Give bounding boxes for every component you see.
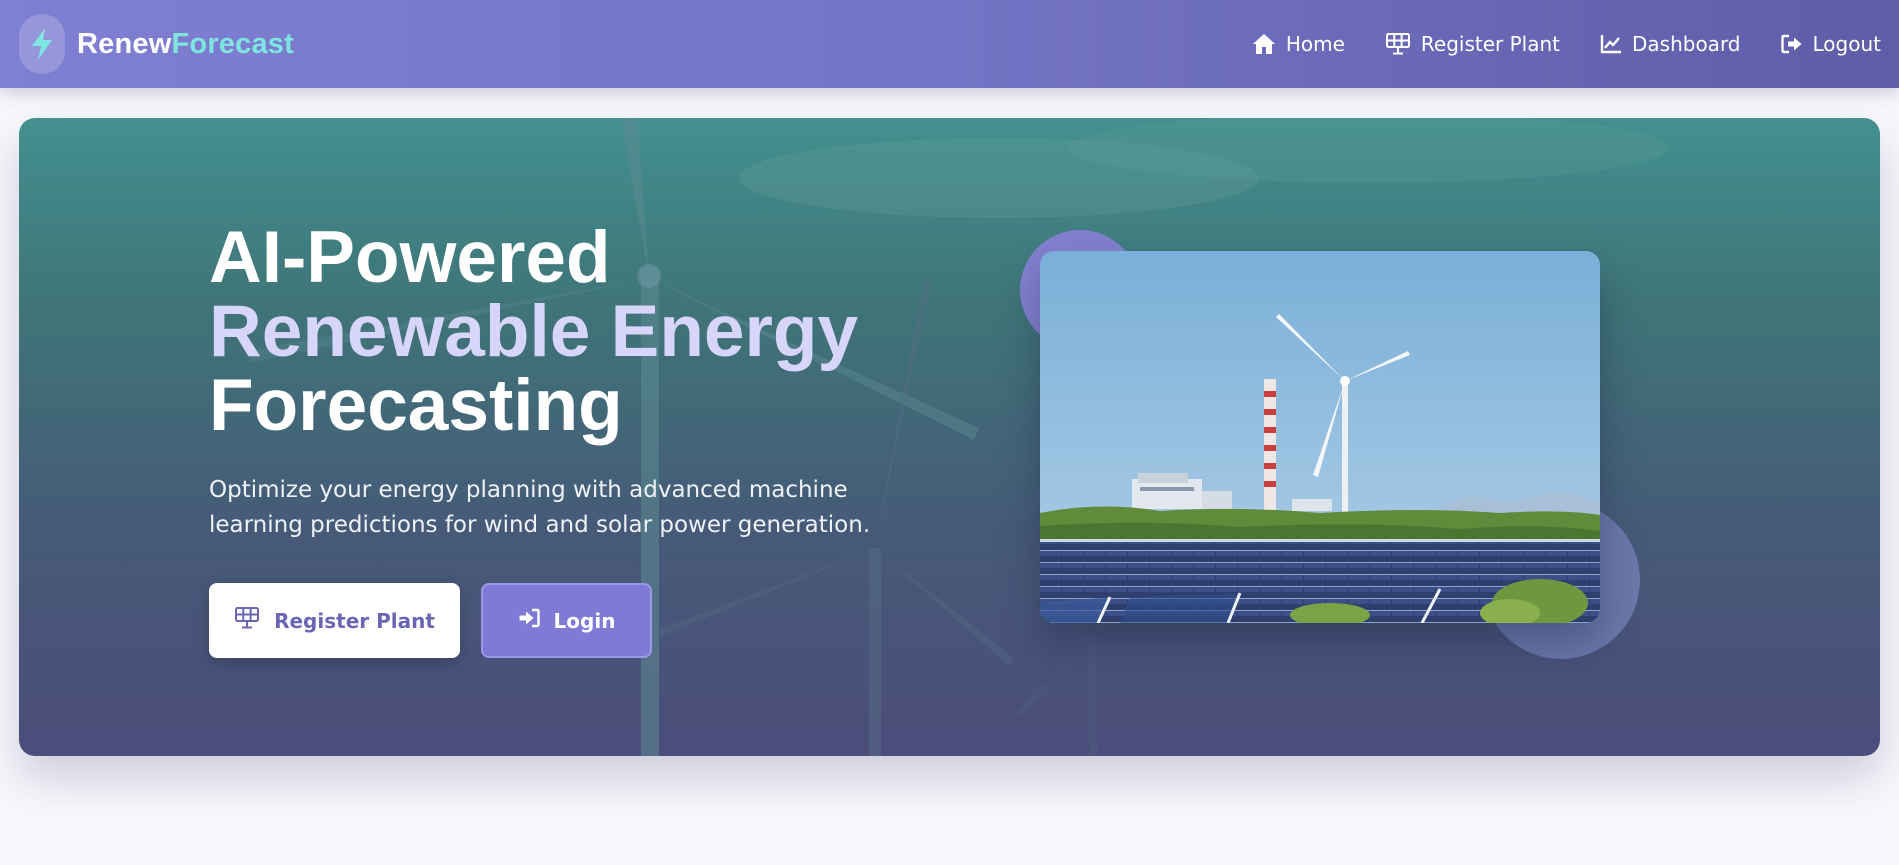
nav-logout[interactable]: Logout [1780,32,1881,56]
nav-home[interactable]: Home [1252,32,1345,56]
main-nav: Home Register Plant Dashboard Logout [1252,32,1881,56]
nav-dashboard[interactable]: Dashboard [1600,32,1741,56]
solar-panel-icon [234,607,260,634]
nav-register-plant[interactable]: Register Plant [1385,32,1560,56]
top-navbar: RenewForecast Home Register Plant Dashbo… [0,0,1899,88]
line-chart-icon [1600,34,1622,54]
register-plant-button-label: Register Plant [274,608,435,633]
brand-logo[interactable]: RenewForecast [19,14,294,74]
solar-panel-icon [1385,33,1411,55]
renewable-energy-photo [1040,251,1600,623]
brand-name: RenewForecast [77,28,294,61]
brand-name-part1: Renew [77,27,172,60]
register-plant-button[interactable]: Register Plant [209,583,460,658]
home-icon [1252,33,1276,55]
login-button[interactable]: Login [481,583,652,658]
lightning-bolt-icon [19,14,65,74]
hero-title-highlight: Renewable Energy [209,291,859,372]
sign-in-icon [518,608,540,633]
nav-home-label: Home [1285,32,1345,56]
hero-section: AI-Powered Renewable Energy Forecasting … [19,118,1880,756]
brand-name-part2: Forecast [171,27,294,60]
login-button-label: Login [553,608,616,633]
hero-title: AI-Powered Renewable Energy Forecasting [209,221,858,443]
hero-title-line3: Forecasting [209,365,623,446]
nav-logout-label: Logout [1812,32,1881,56]
sign-out-icon [1780,34,1803,54]
nav-register-plant-label: Register Plant [1420,32,1560,56]
hero-title-line1: AI-Powered [209,217,611,298]
hero-subtitle: Optimize your energy planning with advan… [209,477,871,538]
nav-dashboard-label: Dashboard [1632,32,1741,56]
